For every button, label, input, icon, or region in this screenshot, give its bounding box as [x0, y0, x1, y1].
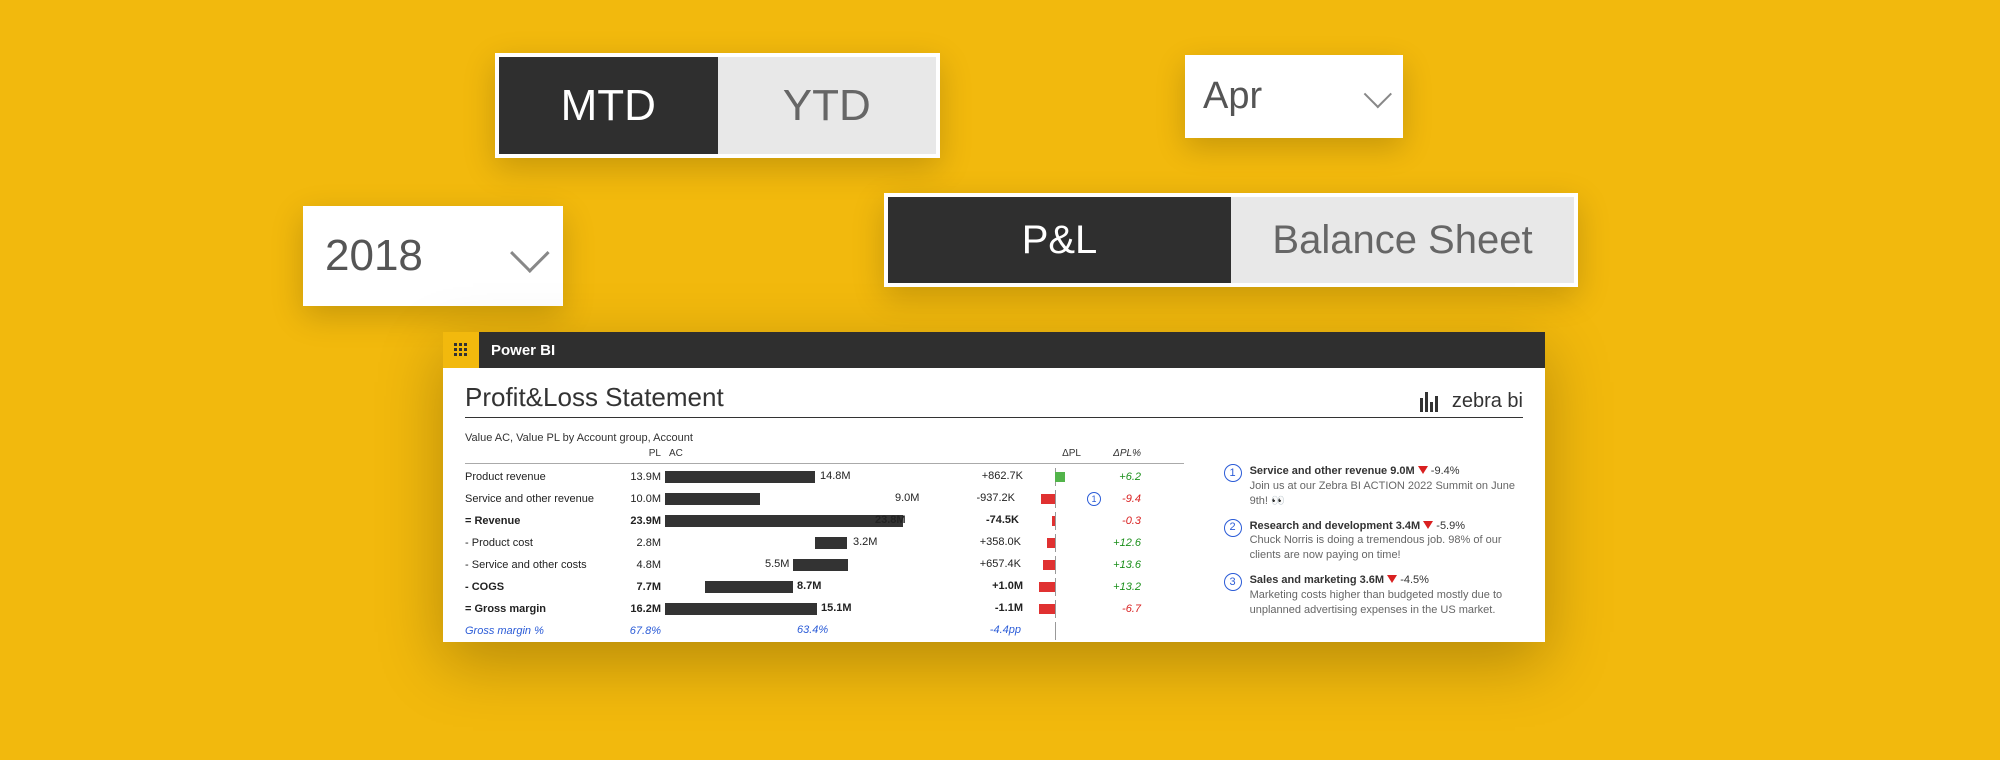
table-row[interactable]: Gross margin % 67.8% 63.4% -4.4pp: [465, 620, 1184, 642]
row-delta-pct: +6.2: [1085, 471, 1145, 483]
chevron-down-icon: [1364, 80, 1392, 108]
chevron-down-icon: [510, 233, 550, 273]
table-row[interactable]: Product revenue 13.9M 14.8M +862.7K +6.2: [465, 466, 1184, 488]
row-ac: 9.0M: [895, 492, 919, 504]
row-pl: 16.2M: [615, 603, 665, 615]
row-pl: 67.8%: [615, 625, 665, 637]
row-delta: +862.7K: [982, 470, 1023, 482]
brand-text: zebra bi: [1452, 390, 1523, 413]
sheet-pl-button[interactable]: P&L: [888, 197, 1231, 283]
annotation-title: Sales and marketing 3.6M: [1250, 574, 1388, 586]
row-delta: +358.0K: [980, 536, 1021, 548]
row-name: = Gross margin: [465, 603, 546, 615]
row-ac: 3.2M: [853, 536, 877, 548]
row-pl: 7.7M: [615, 581, 665, 593]
annotations-panel: 1 Service and other revenue 9.0M -9.4% Joi…: [1224, 448, 1523, 642]
row-ac: 14.8M: [820, 470, 851, 482]
row-delta: -74.5K: [986, 514, 1019, 526]
row-ac: 8.7M: [797, 580, 821, 592]
annotation-title: Research and development 3.4M: [1250, 520, 1424, 532]
period-mtd-button[interactable]: MTD: [499, 57, 718, 154]
year-dropdown[interactable]: 2018: [303, 206, 563, 306]
report-title: Profit&Loss Statement: [465, 382, 724, 413]
row-name: Service and other costs: [465, 559, 587, 571]
col-pl: PL: [615, 448, 665, 463]
table-row[interactable]: COGS 7.7M 8.7M +1.0M +13.2: [465, 576, 1184, 598]
report-window: Power BI Profit&Loss Statement zebra bi …: [443, 332, 1545, 642]
row-pl: 13.9M: [615, 471, 665, 483]
annotation-item[interactable]: 2 Research and development 3.4M -5.9%Chuc…: [1224, 519, 1523, 564]
year-value: 2018: [325, 231, 423, 281]
annotation-desc: Marketing costs higher than budgeted mos…: [1250, 588, 1523, 618]
annotation-pct: -9.4%: [1428, 465, 1460, 477]
row-delta-pct: -6.7: [1085, 603, 1145, 615]
row-pl: 4.8M: [615, 559, 665, 571]
row-pl: 2.8M: [615, 537, 665, 549]
row-pl: 23.9M: [615, 515, 665, 527]
table-row[interactable]: Service and other revenue 10.0M 9.0M -937.2…: [465, 488, 1184, 510]
col-ac: AC: [665, 448, 925, 463]
sheet-toggle: P&L Balance Sheet: [884, 193, 1578, 287]
row-name: Product cost: [465, 537, 533, 549]
col-dpl: ΔPL: [925, 448, 1085, 463]
month-value: Apr: [1203, 75, 1262, 118]
row-delta-pct: +13.2: [1085, 581, 1145, 593]
row-delta: -1.1M: [995, 602, 1023, 614]
brand-logo: zebra bi: [1420, 390, 1523, 413]
app-icon: [443, 332, 479, 368]
triangle-down-icon: [1387, 575, 1397, 583]
row-ac: 63.4%: [797, 624, 828, 636]
pl-table: PL AC ΔPL ΔPL% Product revenue13.9M14.8M…: [465, 448, 1184, 642]
triangle-down-icon: [1423, 521, 1433, 529]
row-delta-pct: +12.6: [1085, 537, 1145, 549]
row-name: COGS: [465, 581, 504, 593]
annotation-badge[interactable]: 1: [1087, 492, 1101, 506]
annotation-desc: Chuck Norris is doing a tremendous job. …: [1250, 533, 1523, 563]
annotation-title: Service and other revenue 9.0M: [1250, 465, 1418, 477]
row-ac: 15.1M: [821, 602, 852, 614]
annotation-number-icon: 3: [1224, 573, 1242, 591]
period-ytd-button[interactable]: YTD: [718, 57, 937, 154]
row-delta: +1.0M: [992, 580, 1023, 592]
titlebar: Power BI: [443, 332, 1545, 368]
row-delta-pct: +13.6: [1085, 559, 1145, 571]
row-pl: 10.0M: [615, 493, 665, 505]
period-toggle: MTD YTD: [495, 53, 940, 158]
month-dropdown[interactable]: Apr: [1185, 55, 1403, 138]
row-name: Product revenue: [465, 471, 546, 483]
app-title: Power BI: [491, 342, 555, 359]
col-dplp: ΔPL%: [1085, 448, 1145, 463]
annotation-pct: -4.5%: [1397, 574, 1429, 586]
triangle-down-icon: [1418, 466, 1428, 474]
table-row[interactable]: Service and other costs 4.8M 5.5M +657.4K +1…: [465, 554, 1184, 576]
sheet-bs-button[interactable]: Balance Sheet: [1231, 197, 1574, 283]
row-delta: -4.4pp: [990, 624, 1021, 636]
column-headers: PL AC ΔPL ΔPL%: [465, 448, 1184, 464]
row-name: = Revenue: [465, 515, 520, 527]
row-delta-pct: -0.3: [1085, 515, 1145, 527]
annotation-item[interactable]: 1 Service and other revenue 9.0M -9.4% Joi…: [1224, 464, 1523, 509]
table-row[interactable]: = Gross margin 16.2M 15.1M -1.1M -6.7: [465, 598, 1184, 620]
row-name: Service and other revenue: [465, 493, 594, 505]
row-name: Gross margin %: [465, 625, 544, 637]
row-ac: 23.8M: [875, 514, 906, 526]
table-row[interactable]: = Revenue 23.9M 23.8M -74.5K -0.3: [465, 510, 1184, 532]
annotation-pct: -5.9%: [1433, 520, 1465, 532]
annotation-item[interactable]: 3 Sales and marketing 3.6M -4.5% Marketing…: [1224, 573, 1523, 618]
row-ac: 5.5M: [765, 558, 789, 570]
annotation-desc: Join us at our Zebra BI ACTION 2022 Summ…: [1250, 479, 1523, 509]
annotation-number-icon: 1: [1224, 464, 1242, 482]
row-delta: +657.4K: [980, 558, 1021, 570]
row-delta: -937.2K: [976, 492, 1015, 504]
report-subhead: Value AC, Value PL by Account group, Acc…: [465, 432, 1523, 444]
table-row[interactable]: Product cost 2.8M 3.2M +358.0K +12.6: [465, 532, 1184, 554]
annotation-number-icon: 2: [1224, 519, 1242, 537]
